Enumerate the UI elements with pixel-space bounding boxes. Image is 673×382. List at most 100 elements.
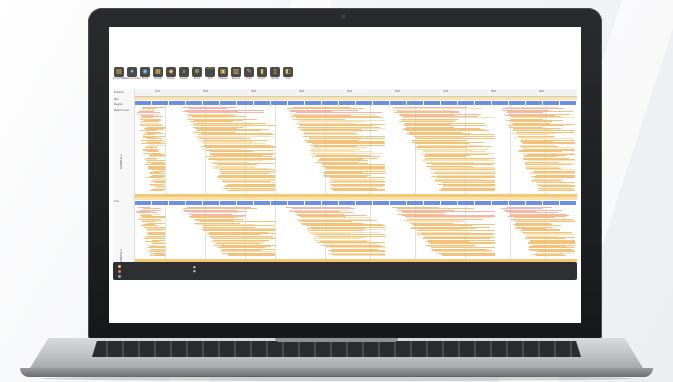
region-segment[interactable] [254, 101, 271, 105]
aligned-read[interactable] [150, 255, 165, 257]
tools-icon: ✎ [244, 67, 254, 77]
region-segment[interactable] [203, 101, 220, 105]
region-segment[interactable] [458, 101, 475, 105]
status-dot [118, 264, 121, 268]
laptop-shadow [40, 376, 633, 381]
region-segment[interactable] [475, 201, 492, 205]
region-segment[interactable] [424, 101, 441, 105]
ruler-tick: 400 [299, 89, 305, 93]
region-segment[interactable] [186, 101, 203, 105]
aligned-read[interactable] [227, 255, 275, 257]
status-dot [118, 274, 121, 278]
region-segment[interactable] [441, 101, 458, 105]
region-segment[interactable] [526, 101, 543, 105]
region-segment[interactable] [373, 201, 390, 205]
region-segment[interactable] [220, 101, 237, 105]
region-segment[interactable] [288, 201, 305, 205]
toolbar-button-tools[interactable]: ✎ Tools [243, 67, 255, 87]
region-segment[interactable] [390, 101, 407, 105]
ref-label: Ref [114, 97, 119, 101]
region-segment[interactable] [220, 201, 237, 205]
ruler-tick: 500 [347, 89, 353, 93]
options-icon: ▯ [270, 67, 280, 77]
toolbar-button-label: Tools [246, 77, 252, 80]
region-segment[interactable] [135, 201, 152, 205]
region-segment[interactable] [237, 201, 254, 205]
region-segment[interactable] [492, 201, 509, 205]
region-segment[interactable] [424, 201, 441, 205]
region-segment[interactable] [169, 101, 186, 105]
aligned-read[interactable] [226, 190, 275, 192]
toolbar-button-scroll[interactable]: ◉ Scroll [139, 67, 151, 87]
region-segment[interactable] [543, 201, 560, 205]
aligned-read[interactable] [333, 255, 385, 257]
region-segment[interactable] [305, 201, 322, 205]
region-segment[interactable] [458, 201, 475, 205]
camera [341, 14, 346, 19]
region-segment[interactable] [390, 201, 407, 205]
region-segment[interactable] [322, 201, 339, 205]
toolbar-button-collapse[interactable]: ▣ Collapse [217, 67, 229, 87]
region-segment[interactable] [526, 201, 543, 205]
region-segment[interactable] [237, 101, 254, 105]
toolbar-button-search[interactable]: ⌕ Search [178, 67, 190, 87]
region-segment[interactable] [560, 101, 577, 105]
region-row[interactable] [135, 201, 577, 205]
region-segment[interactable] [152, 101, 169, 105]
toolbar-button-label: Options [270, 77, 280, 80]
aligned-read[interactable] [538, 190, 575, 192]
aligned-read[interactable] [438, 190, 495, 192]
region-segment[interactable] [356, 201, 373, 205]
aligned-read[interactable] [149, 190, 163, 192]
region-segment[interactable] [509, 201, 526, 205]
aligned-read[interactable] [442, 255, 495, 257]
region-segment[interactable] [339, 201, 356, 205]
aligned-read[interactable] [332, 190, 385, 192]
alignment-panel-1[interactable] [135, 97, 577, 197]
region-segment[interactable] [203, 201, 220, 205]
alignment-panel-2[interactable] [135, 197, 577, 262]
toolbar-button-label: Screen [167, 77, 175, 80]
region-segment[interactable] [475, 101, 492, 105]
toolbar: ▤ Drug Files ● Reference Files ◉ Scroll ▦ Reads… [113, 67, 294, 87]
region-segment[interactable] [407, 101, 424, 105]
region-segment[interactable] [560, 201, 577, 205]
toolbar-button-options[interactable]: ▯ Options [269, 67, 281, 87]
region-segment[interactable] [186, 201, 203, 205]
app-screen: ▤ Drug Files ● Reference Files ◉ Scroll ▦ Reads… [109, 27, 581, 323]
region-segment[interactable] [356, 101, 373, 105]
status-control-icons[interactable]: ▣ ▣ [193, 265, 196, 273]
position-ruler[interactable]: 100 200 300 400 500 600 700 800 900 [135, 89, 577, 97]
ruler-tick: 200 [203, 89, 209, 93]
region-segment[interactable] [271, 101, 288, 105]
toolbar-button-reads[interactable]: ▦ Reads [152, 67, 164, 87]
region-segment[interactable] [169, 201, 186, 205]
region-segment[interactable] [288, 101, 305, 105]
toolbar-button-reference-files[interactable]: ● Reference Files [123, 67, 141, 87]
toolbar-button-zoom[interactable]: ⊕ Zoom [191, 67, 203, 87]
region-segment[interactable] [407, 201, 424, 205]
toolbar-button-sort[interactable]: ⌒ Sort [204, 67, 216, 87]
region-segment[interactable] [492, 101, 509, 105]
toolbar-button-screen[interactable]: ◆ Screen [165, 67, 177, 87]
region-segment[interactable] [305, 101, 322, 105]
toolbar-button-help[interactable]: ◧ Help [282, 67, 294, 87]
region-segment[interactable] [152, 201, 169, 205]
region-segment[interactable] [339, 101, 356, 105]
region-segment[interactable] [373, 101, 390, 105]
cov-label: Cov [114, 199, 119, 203]
region-segment[interactable] [441, 201, 458, 205]
grid-line [165, 97, 166, 197]
region-segment[interactable] [543, 101, 560, 105]
region-segment[interactable] [135, 101, 152, 105]
region-segment[interactable] [509, 101, 526, 105]
region-segment[interactable] [322, 101, 339, 105]
region-segment[interactable] [254, 201, 271, 205]
toolbar-button-expand[interactable]: ▥ Expand [230, 67, 242, 87]
toolbar-button-label: Collapse [218, 77, 228, 80]
region-label: Region [114, 102, 123, 106]
toolbar-button-export[interactable]: ▮ Export [256, 67, 268, 87]
aligned-read[interactable] [535, 255, 566, 257]
region-row[interactable] [135, 101, 577, 105]
region-segment[interactable] [271, 201, 288, 205]
